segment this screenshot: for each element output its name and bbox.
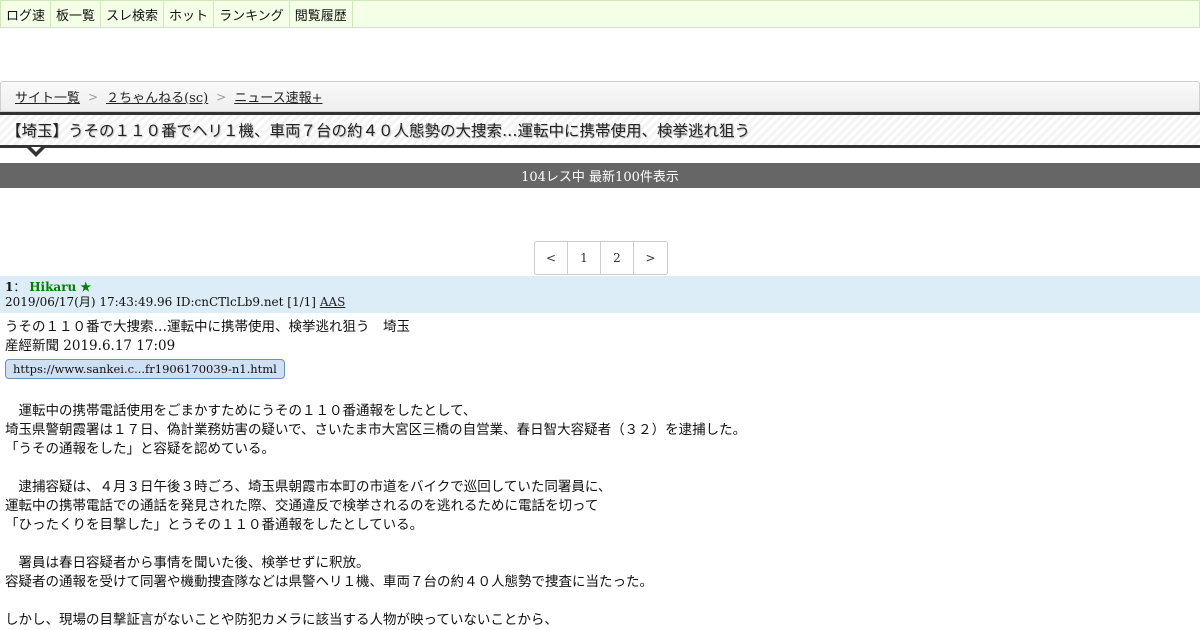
post-text-line: 運転中の携帯電話での通話を発見された際、交通違反で検挙されるのを逃れるために電話… bbox=[5, 498, 599, 514]
nav-ranking[interactable]: ランキング bbox=[214, 1, 290, 27]
nav-board-list[interactable]: 板一覧 bbox=[51, 1, 102, 27]
post-text-line: 「ひったくりを目撃した」とうその１１０番通報をしたとしている。 bbox=[5, 517, 424, 533]
breadcrumb-site-list[interactable]: サイト一覧 bbox=[15, 87, 80, 106]
post-text-line: 逮捕容疑は、４月３日午後３時ごろ、埼玉県朝霞市本町の市道をバイクで巡回していた同… bbox=[5, 479, 612, 495]
breadcrumb-separator: > bbox=[216, 89, 227, 104]
post-body: うその１１０番で大捜索…運転中に携帯使用、検挙逃れ狙う 埼玉 産經新聞 2019… bbox=[5, 318, 1195, 630]
post-text-line: 容疑者の通報を受けて同署や機動捜査隊などは県警ヘリ１機、車両７台の約４０人態勢で… bbox=[5, 574, 653, 590]
nav-hot[interactable]: ホット bbox=[164, 1, 215, 27]
thread-title: 【埼玉】うその１１０番でヘリ１機、車両７台の約４０人態勢の大捜索…運転中に携帯使… bbox=[6, 122, 751, 140]
aas-link[interactable]: AAS bbox=[320, 295, 346, 309]
pager-next-button[interactable]: > bbox=[634, 242, 667, 274]
post-text-line: うその１１０番で大捜索…運転中に携帯使用、検挙逃れ狙う 埼玉 bbox=[5, 319, 410, 335]
thread-title-bar: 【埼玉】うその１１０番でヘリ１機、車両７台の約４０人態勢の大捜索…運転中に携帯使… bbox=[0, 112, 1200, 148]
source-link-button[interactable]: https://www.sankei.c...fr1906170039-n1.h… bbox=[5, 359, 285, 379]
post-number-separator: ： bbox=[13, 280, 26, 294]
post-meta-line: 2019/06/17(月) 17:43:49.96 ID:cnCTlcLb9.n… bbox=[5, 295, 1195, 310]
post-meta: 2019/06/17(月) 17:43:49.96 ID:cnCTlcLb9.n… bbox=[5, 295, 316, 309]
post-text-line: 埼玉県警朝霞署は１７日、偽計業務妨害の疑いで、さいたま市大宮区三橋の自営業、春日… bbox=[5, 422, 747, 438]
breadcrumb-news-plus[interactable]: ニュース速報+ bbox=[234, 87, 322, 106]
post-text-line: 運転中の携帯電話使用をごまかすためにうその１１０番通報をしたとして、 bbox=[5, 403, 477, 419]
pager-page-2[interactable]: 2 bbox=[601, 242, 634, 274]
nav-history[interactable]: 閲覧履歴 bbox=[290, 1, 353, 27]
title-pointer-inner bbox=[31, 147, 41, 152]
post-text-line: 「うその通報をした」と容疑を認めている。 bbox=[5, 441, 275, 457]
breadcrumb-2channel[interactable]: ２ちゃんねる(sc) bbox=[106, 87, 208, 106]
response-count-bar: 104レス中 最新100件表示 bbox=[0, 163, 1200, 188]
top-nav: ログ速 板一覧 スレ検索 ホット ランキング 閲覧履歴 bbox=[0, 0, 1200, 28]
breadcrumb-separator: > bbox=[88, 89, 99, 104]
post-text-line: 署員は春日容疑者から事情を聞いた後、検挙せずに釈放。 bbox=[5, 555, 370, 571]
pager: < 1 2 > bbox=[534, 241, 668, 275]
pager-page-1[interactable]: 1 bbox=[568, 242, 601, 274]
post-author-line: 1： Hikaru ★ bbox=[5, 280, 1195, 295]
pager-prev-button[interactable]: < bbox=[535, 242, 568, 274]
post-author-name: Hikaru ★ bbox=[29, 280, 92, 294]
nav-thread-search[interactable]: スレ検索 bbox=[101, 1, 165, 27]
nav-log-soku[interactable]: ログ速 bbox=[1, 1, 52, 27]
post-header: 1： Hikaru ★ 2019/06/17(月) 17:43:49.96 ID… bbox=[0, 276, 1200, 313]
post-text-line: しかし、現場の目撃証言がないことや防犯カメラに該当する人物が映っていないことから… bbox=[5, 612, 558, 628]
post-text-line: 産經新聞 2019.6.17 17:09 bbox=[5, 338, 176, 354]
breadcrumb: サイト一覧 > ２ちゃんねる(sc) > ニュース速報+ bbox=[0, 81, 1200, 112]
